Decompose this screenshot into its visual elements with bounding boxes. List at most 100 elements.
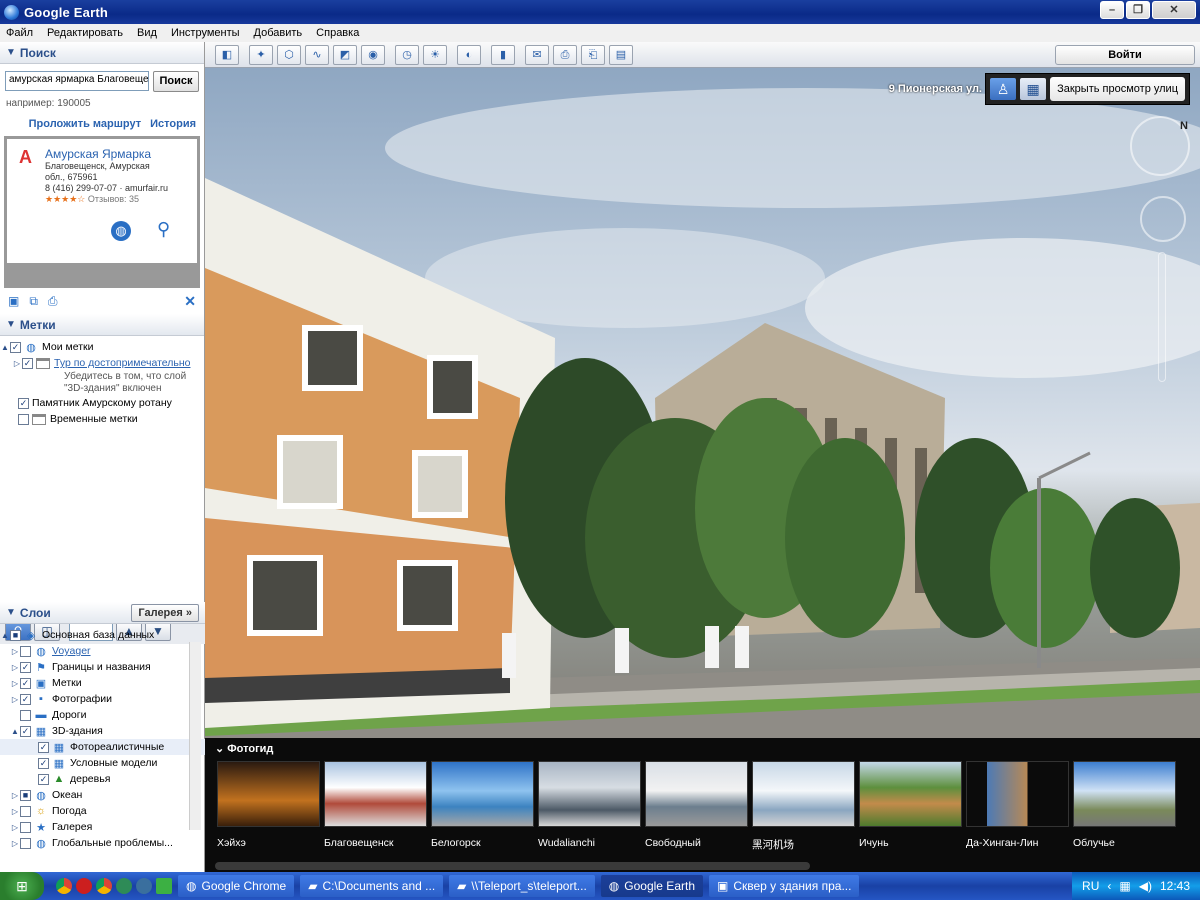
app-icon[interactable] [136,878,152,894]
taskbar-item[interactable]: ▣ Сквер у здания пра... [709,875,860,897]
sidebar-toggle-icon[interactable]: ◧ [215,44,239,65]
maximize-button[interactable]: ❐ [1126,1,1150,19]
place-thumbnail[interactable] [324,761,427,827]
save-image-icon[interactable]: ⎗ [581,44,605,65]
tray-expand-icon[interactable]: ‹ [1107,879,1111,893]
checkbox[interactable]: ✓ [20,661,31,673]
layer-item[interactable]: ▬ Дороги [0,707,205,723]
clear-search-icon[interactable]: ✕ [184,293,196,310]
checkbox[interactable]: ✓ [18,397,29,409]
place-thumbnail[interactable] [859,761,962,827]
checkbox[interactable]: ✓ [22,357,33,369]
3d-view-icon[interactable]: ▦ [1020,78,1047,100]
checkbox[interactable] [20,821,31,833]
place-thumbnail[interactable] [752,761,855,827]
result-name[interactable]: Амурская Ярмарка [45,147,191,161]
layer-item[interactable]: ▷ ★ Галерея [0,819,205,835]
minimize-button[interactable]: – [1100,1,1124,19]
checkbox[interactable]: ✓ [20,693,31,705]
checkbox[interactable]: ✓ [38,741,49,753]
place-thumbnail[interactable] [431,761,534,827]
layer-item[interactable]: ▷ ✓ ⚑ Границы и названия [0,659,205,675]
sunlight-icon[interactable]: ☀ [423,44,447,65]
menu-file[interactable]: Файл [6,27,33,39]
layer-item[interactable]: ▷ ◍ Глобальные проблемы... [0,835,205,851]
add-polygon-icon[interactable]: ⬡ [277,44,301,65]
checkbox[interactable]: ✓ [38,773,49,785]
menu-help[interactable]: Справка [316,27,359,39]
checkbox[interactable] [18,413,29,425]
taskbar-item[interactable]: ▰ C:\Documents and ... [300,875,444,897]
checkbox[interactable] [20,805,31,817]
tree-item[interactable]: ▲ ✓ ◍ Мои метки [0,339,204,355]
tree-item[interactable]: ▷ ✓ Тур по достопримечательно [0,355,204,371]
taskbar-item[interactable]: ◍ Google Earth [600,875,703,897]
checkbox[interactable]: ✓ [10,341,21,353]
network-icon[interactable]: ▦ [1119,879,1130,893]
places-panel-header[interactable]: ▼ Метки [0,314,204,336]
layer-item[interactable]: ✓ ▦ Условные модели [0,755,205,771]
ruler-icon[interactable]: ▮ [491,44,515,65]
layers-scrollbar[interactable] [189,642,201,830]
result-card[interactable]: A Амурская Ярмарка Благовещенск, Амурска… [7,139,197,263]
clock[interactable]: 12:43 [1160,879,1190,893]
language-indicator[interactable]: RU [1082,879,1099,893]
checkbox[interactable]: ■ [10,629,21,641]
email-icon[interactable]: ✉ [525,44,549,65]
layer-item[interactable]: ▷ ■ ◍ Океан [0,787,205,803]
gallery-button[interactable]: Галерея » [131,603,199,622]
place-thumbnail[interactable] [538,761,641,827]
layers-panel-header[interactable]: ▼ Слои Галерея » [0,602,205,624]
start-button[interactable]: ⊞ [0,872,44,900]
close-window-button[interactable]: ✕ [1152,1,1196,19]
copy-icon[interactable]: ⧉ [29,294,38,309]
place-thumbnail[interactable] [1073,761,1176,827]
layer-item[interactable]: ▷ ◍ Voyager [0,643,205,659]
route-link[interactable]: Проложить маршрут [29,118,141,130]
checkbox[interactable]: ✓ [20,725,31,737]
add-path-icon[interactable]: ∿ [305,44,329,65]
layer-item[interactable]: ▷ ☼ Погода [0,803,205,819]
checkbox[interactable] [20,645,31,657]
tree-item[interactable]: Временные метки [0,411,204,427]
search-input[interactable]: амурская ярмарка Благовеще [5,71,149,91]
checkbox[interactable]: ■ [20,789,31,801]
menu-tools[interactable]: Инструменты [171,27,240,39]
search-button[interactable]: Поиск [153,71,199,92]
place-thumbnail[interactable] [645,761,748,827]
add-folder-icon[interactable]: ▣ [8,294,19,308]
chrome-icon[interactable] [56,878,72,894]
menu-view[interactable]: Вид [137,27,157,39]
north-icon[interactable]: N [1180,120,1188,132]
place-thumbnail[interactable] [966,761,1069,827]
pegman-icon[interactable]: ♙ [990,78,1017,100]
app-icon[interactable] [116,878,132,894]
app-icon[interactable] [156,878,172,894]
checkbox[interactable] [20,709,31,721]
opera-icon[interactable] [76,878,92,894]
menu-edit[interactable]: Редактировать [47,27,123,39]
move-joystick[interactable] [1140,196,1186,242]
planets-icon[interactable]: ◐ [457,44,481,65]
layer-item[interactable]: ▲ ✓ ▦ 3D-здания [0,723,205,739]
print-icon[interactable]: ⎙ [553,44,577,65]
exit-street-view-button[interactable]: Закрыть просмотр улиц [1050,77,1185,101]
login-button[interactable]: Войти [1055,45,1195,65]
checkbox[interactable]: ✓ [20,677,31,689]
taskbar-item[interactable]: ▰ \\Teleport_s\teleport... [449,875,595,897]
print-icon[interactable]: ⎙ [48,294,58,309]
layer-item[interactable]: ▲ ■ ◈ Основная база данных [0,627,205,643]
zoom-slider[interactable] [1158,252,1166,382]
menu-add[interactable]: Добавить [254,27,303,39]
location-pin-icon[interactable]: ⚲ [157,219,170,240]
layer-item[interactable]: ▷ ✓ ▪ Фотографии [0,691,205,707]
record-tour-icon[interactable]: ◉ [361,44,385,65]
layer-item[interactable]: ▷ ✓ ▣ Метки [0,675,205,691]
historical-imagery-icon[interactable]: ◷ [395,44,419,65]
checkbox[interactable]: ✓ [38,757,49,769]
chrome-icon[interactable] [96,878,112,894]
street-view[interactable]: 9 Пионерская ул. ♙ ▦ Закрыть просмотр ул… [205,68,1200,738]
volume-icon[interactable]: ◀) [1139,879,1152,893]
image-overlay-icon[interactable]: ◩ [333,44,357,65]
place-thumbnail[interactable] [217,761,320,827]
